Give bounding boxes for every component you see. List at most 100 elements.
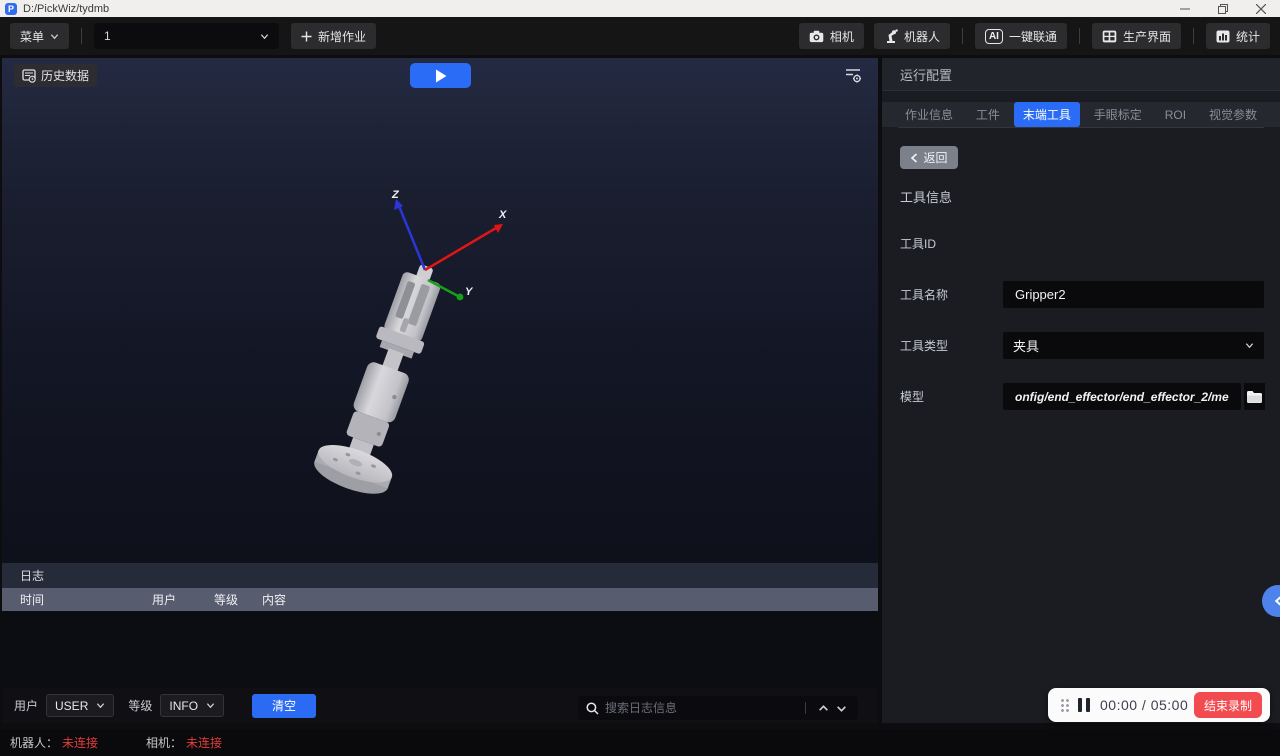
one-key-connect-button[interactable]: AI 一键联通 — [975, 23, 1067, 49]
tab-hand-eye-calibration[interactable]: 手眼标定 — [1085, 102, 1151, 127]
tool-name-row: 工具名称 — [882, 281, 1280, 308]
toolbar-separator — [962, 28, 963, 44]
tab-job-info[interactable]: 作业信息 — [896, 102, 962, 127]
bar-chart-icon — [1216, 30, 1230, 43]
ai-badge-icon: AI — [985, 29, 1003, 44]
model-row: 模型 — [882, 383, 1280, 410]
add-job-label: 新增作业 — [318, 28, 366, 45]
robot-arm-icon — [884, 29, 898, 44]
tool-type-row: 工具类型 夹具 — [882, 332, 1280, 359]
stop-recording-button[interactable]: 结束录制 — [1194, 692, 1262, 718]
tab-divider — [898, 127, 1264, 128]
status-bar: 机器人： 未连接 相机： 未连接 — [0, 729, 1280, 756]
add-job-button[interactable]: 新增作业 — [291, 23, 376, 49]
close-button[interactable] — [1242, 0, 1280, 17]
production-ui-button[interactable]: 生产界面 — [1092, 23, 1181, 49]
pause-recording-button[interactable] — [1078, 698, 1090, 712]
minimize-button[interactable] — [1166, 0, 1204, 17]
log-col-user: 用户 — [152, 591, 214, 608]
menu-button-label: 菜单 — [20, 28, 44, 45]
log-table-header: 时间 用户 等级 内容 — [2, 588, 878, 611]
job-select[interactable]: 1 — [94, 23, 279, 49]
log-search-input[interactable] — [605, 701, 797, 715]
production-grid-icon — [1102, 30, 1117, 43]
robot-button-label: 机器人 — [904, 28, 940, 45]
log-col-time: 时间 — [2, 591, 152, 608]
toolbar-separator — [81, 28, 82, 44]
log-col-content: 内容 — [262, 591, 878, 608]
tool-name-input[interactable] — [1003, 281, 1264, 308]
tool-type-select[interactable]: 夹具 — [1003, 332, 1264, 359]
tool-info-section-title: 工具信息 — [900, 187, 1280, 206]
app-window: P D:/PickWiz/tydmb 菜单 1 新增作业 相机 机器人 — [0, 0, 1280, 756]
user-filter-value: USER — [55, 699, 88, 713]
production-ui-label: 生产界面 — [1123, 28, 1171, 45]
robot-button[interactable]: 机器人 — [874, 23, 950, 49]
run-config-panel: 运行配置 作业信息 工件 末端工具 手眼标定 ROI 视觉参数 返回 工具信息 … — [882, 58, 1280, 723]
robot-status-label: 机器人： — [10, 734, 58, 751]
chevron-left-icon — [910, 153, 918, 163]
statistics-label: 统计 — [1236, 28, 1260, 45]
app-logo-icon: P — [5, 3, 17, 15]
clear-log-button[interactable]: 清空 — [252, 694, 316, 718]
camera-button[interactable]: 相机 — [799, 23, 864, 49]
display-settings-icon[interactable] — [844, 66, 862, 84]
search-next-button[interactable] — [832, 699, 850, 717]
svg-text:X: X — [498, 209, 507, 221]
tab-roi[interactable]: ROI — [1156, 104, 1195, 126]
one-key-connect-label: 一键联通 — [1009, 28, 1057, 45]
camera-button-label: 相机 — [830, 28, 854, 45]
job-select-value: 1 — [104, 29, 111, 43]
screen-recorder-widget: 00:00 / 05:00 结束录制 — [1048, 688, 1270, 722]
back-button[interactable]: 返回 — [900, 146, 958, 169]
axis-z: Z — [391, 189, 425, 270]
history-data-label: 历史数据 — [41, 67, 89, 84]
search-prev-button[interactable] — [814, 699, 832, 717]
log-col-level: 等级 — [214, 591, 262, 608]
window-title: D:/PickWiz/tydmb — [23, 3, 109, 15]
statistics-button[interactable]: 统计 — [1206, 23, 1270, 49]
toolbar-separator — [1079, 28, 1080, 44]
recording-time: 00:00 / 05:00 — [1100, 697, 1188, 713]
chevron-down-icon — [96, 701, 105, 710]
svg-text:Y: Y — [465, 286, 474, 298]
level-filter-select[interactable]: INFO — [160, 694, 224, 717]
search-divider — [805, 702, 806, 714]
viewport-3d[interactable]: Z X Y 历史数据 — [2, 58, 878, 563]
tab-end-tool[interactable]: 末端工具 — [1014, 102, 1080, 127]
plus-icon — [301, 31, 312, 42]
config-tab-bar: 作业信息 工件 末端工具 手眼标定 ROI 视觉参数 — [882, 102, 1280, 127]
toolbar-separator — [1193, 28, 1194, 44]
tab-vision-params[interactable]: 视觉参数 — [1200, 102, 1266, 127]
folder-icon — [1246, 390, 1263, 404]
level-filter-label: 等级 — [128, 697, 152, 714]
axis-x: X — [425, 209, 507, 270]
restore-button[interactable] — [1204, 0, 1242, 17]
menu-button[interactable]: 菜单 — [10, 23, 69, 49]
camera-status-label: 相机： — [146, 734, 182, 751]
history-data-button[interactable]: 历史数据 — [14, 64, 97, 87]
title-bar: P D:/PickWiz/tydmb — [0, 0, 1280, 17]
back-button-label: 返回 — [923, 149, 947, 166]
chevron-down-icon — [50, 32, 59, 41]
camera-status-value: 未连接 — [186, 734, 222, 751]
user-filter-select[interactable]: USER — [46, 694, 114, 717]
browse-model-button[interactable] — [1244, 383, 1265, 410]
tool-name-label: 工具名称 — [900, 286, 948, 303]
camera-icon — [809, 30, 824, 43]
log-search-bar — [578, 696, 858, 720]
model-label: 模型 — [900, 388, 924, 405]
drag-handle-icon[interactable] — [1060, 698, 1070, 712]
tool-id-label: 工具ID — [900, 235, 936, 252]
log-panel-title: 日志 — [2, 563, 878, 588]
play-icon — [435, 69, 447, 83]
history-icon — [22, 69, 36, 83]
chevron-down-icon — [206, 701, 215, 710]
play-button[interactable] — [410, 63, 471, 88]
main-toolbar: 菜单 1 新增作业 相机 机器人 AI 一键联通 生产界面 — [0, 17, 1280, 55]
model-path-input[interactable] — [1003, 383, 1241, 410]
robot-status-value: 未连接 — [62, 734, 98, 751]
chevron-down-icon — [260, 32, 269, 41]
tab-workpiece[interactable]: 工件 — [967, 102, 1009, 127]
log-table-body[interactable] — [2, 611, 878, 688]
